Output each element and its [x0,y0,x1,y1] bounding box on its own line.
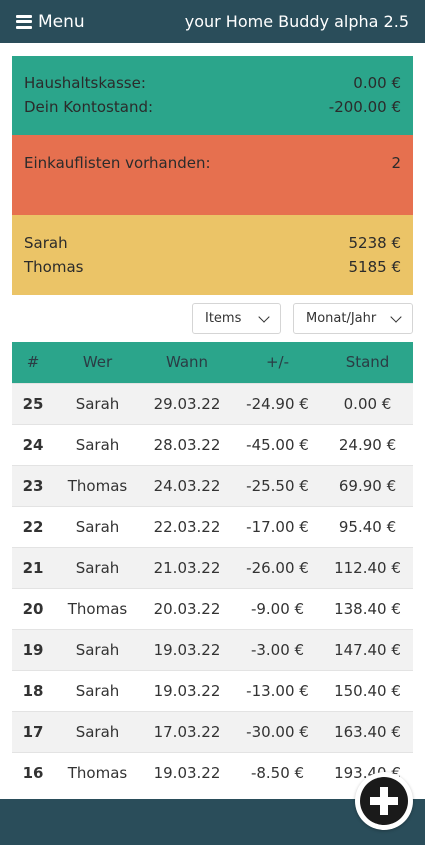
shopping-lists-card[interactable]: Einkauflisten vorhanden: 2 [12,135,413,215]
cell-who: Sarah [54,546,141,588]
member-row: Sarah 5238 € [24,231,401,255]
cell-amount: -26.00 € [233,546,322,588]
balance-card: Haushaltskasse: 0.00 € Dein Kontostand: … [12,56,413,135]
account-balance-row: Dein Kontostand: -200.00 € [24,95,401,119]
filter-bar: Items Monat/Jahr [192,303,413,334]
menu-label: Menu [38,11,85,32]
cell-amount: -30.00 € [233,710,322,752]
column-header-amount[interactable]: +/- [233,342,322,383]
top-bar: Menu your Home Buddy alpha 2.5 [0,0,425,43]
cell-who: Sarah [54,628,141,670]
cell-who: Sarah [54,382,141,424]
menu-button[interactable]: Menu [16,12,85,32]
column-header-balance[interactable]: Stand [322,342,413,383]
cell-when: 17.03.22 [141,710,233,752]
cell-number: 17 [12,710,54,752]
table-row[interactable]: 25 Sarah 29.03.22 -24.90 €0.00 € [12,382,413,424]
cell-balance: 163.40 € [322,710,413,752]
cell-number: 20 [12,587,54,629]
table-row[interactable]: 18 Sarah 19.03.22 -13.00 €150.40 € [12,669,413,711]
cell-number: 18 [12,669,54,711]
member-value: 5238 € [348,234,402,252]
table-row[interactable]: 17 Sarah 17.03.22 -30.00 €163.40 € [12,710,413,752]
cell-when: 19.03.22 [141,669,233,711]
period-select-label: Monat/Jahr [306,311,377,326]
household-fund-label: Haushaltskasse: [24,74,146,92]
transactions-table-wrapper: # Wer Wann +/- Stand 25 Sarah 29.03.22 -24.… [12,342,413,793]
cell-who: Sarah [54,710,141,752]
cell-amount: -25.50 € [233,464,322,506]
chevron-down-icon [258,310,270,323]
cell-number: 16 [12,751,54,793]
household-fund-row: Haushaltskasse: 0.00 € [24,71,401,95]
cell-balance: 69.90 € [322,464,413,506]
cell-balance: 95.40 € [322,505,413,547]
cell-number: 24 [12,423,54,465]
cell-balance: 0.00 € [322,382,413,424]
member-name: Sarah [24,234,68,252]
member-value: 5185 € [348,258,402,276]
cell-when: 19.03.22 [141,628,233,670]
column-header-when[interactable]: Wann [141,342,233,383]
table-row[interactable]: 24 Sarah 28.03.22 -45.00 €24.90 € [12,423,413,465]
cell-amount: -17.00 € [233,505,322,547]
app-title: your Home Buddy alpha 2.5 [184,12,409,31]
cell-who: Sarah [54,423,141,465]
cell-amount: -45.00 € [233,423,322,465]
table-row[interactable]: 21 Sarah 21.03.22 -26.00 €112.40 € [12,546,413,588]
cell-amount: -3.00 € [233,628,322,670]
cell-who: Thomas [54,464,141,506]
cell-balance: 138.40 € [322,587,413,629]
cell-who: Sarah [54,669,141,711]
table-row[interactable]: 22 Sarah 22.03.22 -17.00 €95.40 € [12,505,413,547]
cell-when: 22.03.22 [141,505,233,547]
household-fund-value: 0.00 € [353,74,401,92]
shopping-lists-row: Einkauflisten vorhanden: 2 [24,151,401,175]
cell-amount: -8.50 € [233,751,322,793]
shopping-lists-label: Einkauflisten vorhanden: [24,154,211,172]
cell-balance: 24.90 € [322,423,413,465]
table-header-row: # Wer Wann +/- Stand [12,342,413,383]
account-balance-label: Dein Kontostand: [24,98,154,116]
cell-when: 29.03.22 [141,382,233,424]
cell-number: 23 [12,464,54,506]
cell-when: 20.03.22 [141,587,233,629]
cell-amount: -24.90 € [233,382,322,424]
cell-when: 24.03.22 [141,464,233,506]
plus-circle-icon [360,777,408,825]
cell-balance: 147.40 € [322,628,413,670]
cell-when: 19.03.22 [141,751,233,793]
add-entry-button[interactable] [355,772,413,830]
column-header-who[interactable]: Wer [54,342,141,383]
cell-who: Sarah [54,505,141,547]
cell-number: 22 [12,505,54,547]
cell-balance: 150.40 € [322,669,413,711]
cell-number: 19 [12,628,54,670]
transactions-table: # Wer Wann +/- Stand 25 Sarah 29.03.22 -24.… [12,342,413,793]
cell-amount: -9.00 € [233,587,322,629]
member-name: Thomas [24,258,84,276]
items-select-label: Items [205,311,242,326]
cell-when: 28.03.22 [141,423,233,465]
member-row: Thomas 5185 € [24,255,401,279]
table-row[interactable]: 19 Sarah 19.03.22 -3.00 €147.40 € [12,628,413,670]
period-select[interactable]: Monat/Jahr [293,303,413,334]
items-select[interactable]: Items [192,303,281,334]
column-header-number[interactable]: # [12,342,54,383]
table-row[interactable]: 16 Thomas 19.03.22 -8.50 €193.40 € [12,751,413,793]
cell-balance: 112.40 € [322,546,413,588]
shopping-lists-count: 2 [391,154,401,172]
hamburger-icon [16,14,32,29]
cell-when: 21.03.22 [141,546,233,588]
cell-who: Thomas [54,751,141,793]
cell-amount: -13.00 € [233,669,322,711]
table-row[interactable]: 23 Thomas 24.03.22 -25.50 €69.90 € [12,464,413,506]
cell-who: Thomas [54,587,141,629]
table-row[interactable]: 20 Thomas 20.03.22 -9.00 €138.40 € [12,587,413,629]
members-card: Sarah 5238 € Thomas 5185 € [12,215,413,295]
cell-number: 21 [12,546,54,588]
account-balance-value: -200.00 € [328,98,401,116]
chevron-down-icon [390,310,402,323]
cell-number: 25 [12,382,54,424]
